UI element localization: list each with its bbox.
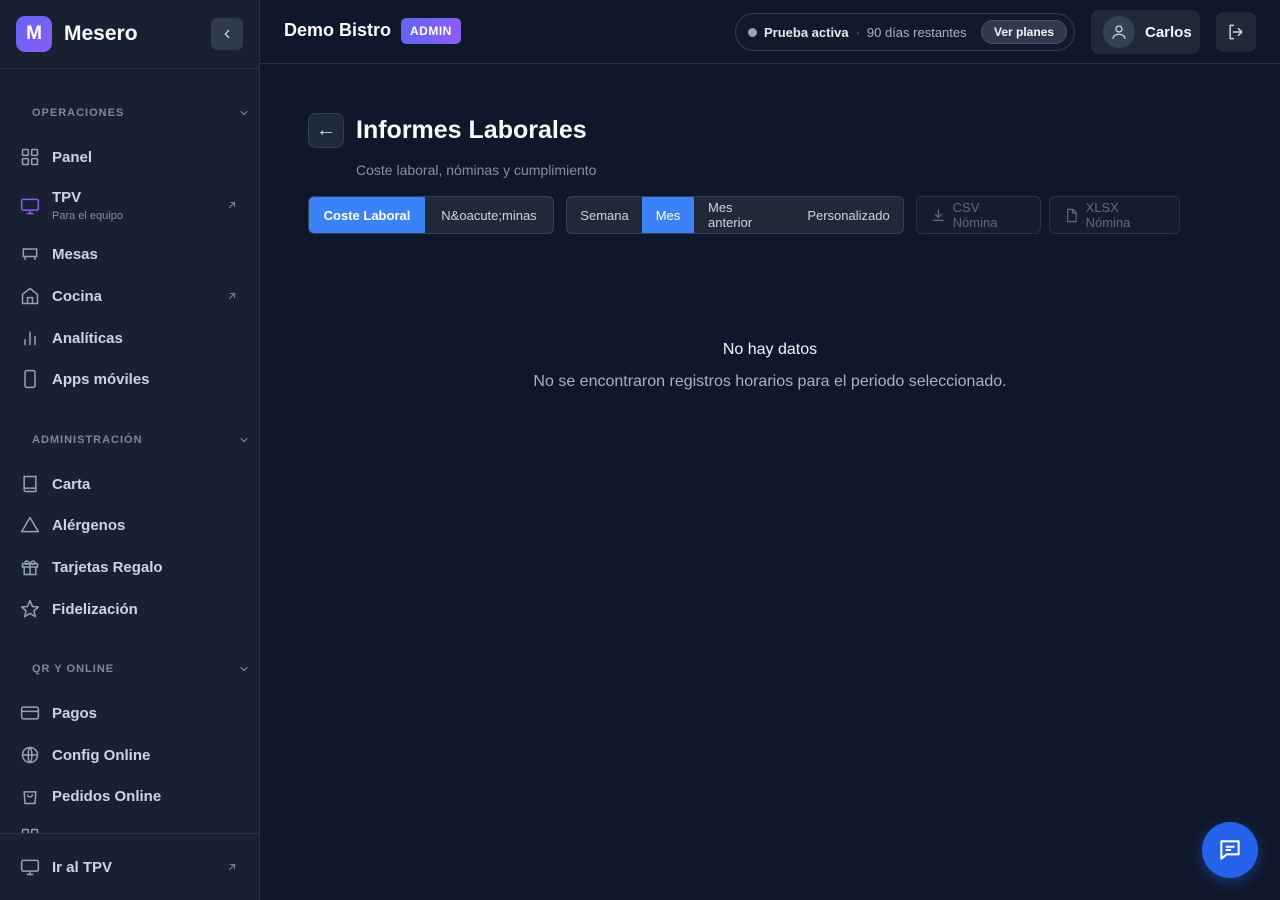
org-name: Demo Bistro — [284, 20, 392, 40]
sidebar-item-alergenos[interactable]: Alérgenos — [0, 515, 259, 535]
sidebar-item-label: Cocina — [52, 287, 103, 305]
sidebar-item-label: Pagos — [52, 704, 98, 722]
chat-icon — [1220, 840, 1240, 860]
collapse-sidebar-button[interactable] — [211, 18, 243, 50]
brand: M Mesero — [0, 0, 259, 69]
sidebar-item-analiticas[interactable]: Analíticas — [0, 328, 259, 348]
chevron-down-icon[interactable] — [238, 107, 250, 119]
user-menu[interactable]: Carlos — [1091, 10, 1200, 54]
sidebar-item-label: Mesas — [52, 245, 98, 263]
back-button[interactable]: ← — [308, 113, 344, 148]
sidebar-item-cocina[interactable]: Cocina — [0, 286, 259, 306]
sidebar-item-fidelizacion[interactable]: Fidelización — [0, 599, 259, 619]
file-icon — [1067, 208, 1077, 222]
sidebar-item-label: Analíticas — [52, 329, 123, 347]
user-icon — [1112, 25, 1126, 39]
sidebar-item-label: TPV — [52, 189, 82, 206]
export-xlsx-label: XLSX Nómina — [1085, 200, 1131, 230]
gift-icon — [20, 557, 40, 577]
sidebar-item-tpv[interactable]: TPV Para el equipo — [0, 189, 259, 223]
sidebar-item-mesas[interactable]: Mesas — [0, 244, 259, 264]
view-plans-button[interactable]: Ver planes — [981, 20, 1068, 44]
trial-status: Prueba activa — [764, 24, 849, 40]
page-subtitle: Coste laboral, nóminas y cumplimiento — [356, 162, 597, 178]
sidebar-item-panel[interactable]: Panel — [0, 147, 259, 167]
export-csv-label: CSV Nómina — [952, 200, 998, 230]
section-administracion[interactable]: ADMINISTRACIÓN — [32, 434, 143, 446]
sidebar-item-pagos[interactable]: Pagos — [0, 703, 259, 723]
bag-icon — [20, 786, 40, 806]
report-view-tabs: Coste Laboral N&oacute;minas — [308, 196, 554, 234]
sidebar-item-label: Carta — [52, 475, 91, 493]
external-link-icon — [228, 201, 236, 209]
chevron-down-icon[interactable] — [238, 434, 250, 446]
phone-icon — [20, 369, 40, 389]
export-xlsx-button[interactable]: XLSX Nómina — [1049, 196, 1180, 234]
tab-mes[interactable]: Mes — [642, 197, 694, 233]
logout-button[interactable] — [1216, 12, 1256, 52]
section-operaciones[interactable]: OPERACIONES — [32, 107, 124, 119]
external-link-icon — [228, 292, 236, 300]
sidebar: M Mesero OPERACIONES Panel TPV Para el e… — [0, 0, 260, 900]
chat-button[interactable] — [1202, 822, 1258, 878]
bar-chart-icon — [20, 328, 40, 348]
section-qr-online[interactable]: QR Y ONLINE — [32, 663, 114, 675]
sidebar-item-config-online[interactable]: Config Online — [0, 745, 259, 765]
card-icon — [20, 703, 40, 723]
sidebar-item-apps-moviles[interactable]: Apps móviles — [0, 369, 259, 389]
go-to-tpv-link[interactable]: Ir al TPV — [0, 857, 259, 877]
page-title: Informes Laborales — [356, 116, 587, 144]
topbar: Demo Bistro ADMIN Prueba activa · 90 día… — [260, 0, 1280, 64]
download-icon — [932, 208, 944, 221]
sidebar-item-label: Alérgenos — [52, 516, 126, 534]
tab-personalizado[interactable]: Personalizado — [794, 197, 903, 233]
chevron-down-icon[interactable] — [238, 663, 250, 675]
separator: · — [855, 24, 860, 40]
brand-logo[interactable]: M — [16, 16, 52, 52]
sidebar-item-label: Config Online — [52, 746, 151, 764]
star-icon — [20, 599, 40, 619]
logout-icon — [1229, 24, 1243, 40]
sidebar-footer: Ir al TPV — [0, 833, 259, 900]
sidebar-item-sublabel: Para el equipo — [52, 210, 123, 222]
monitor-icon — [20, 196, 40, 216]
warning-icon — [20, 515, 40, 535]
sidebar-item-carta[interactable]: Carta — [0, 474, 259, 494]
grid-icon — [20, 147, 40, 167]
sidebar-item-tarjetas-regalo[interactable]: Tarjetas Regalo — [0, 557, 259, 577]
home-icon — [20, 286, 40, 306]
status-dot-icon — [748, 27, 757, 37]
tab-mes-anterior[interactable]: Mes anterior — [694, 197, 794, 233]
tab-coste-laboral[interactable]: Coste Laboral — [309, 197, 425, 233]
monitor-icon — [20, 857, 40, 877]
tab-nominas[interactable]: N&oacute;minas — [425, 197, 553, 233]
external-link-icon — [228, 863, 236, 871]
sidebar-nav[interactable]: OPERACIONES Panel TPV Para el equipo Mes… — [0, 69, 259, 833]
period-tabs: Semana Mes Mes anterior Personalizado — [566, 196, 904, 234]
user-name: Carlos — [1145, 23, 1192, 41]
export-csv-button[interactable]: CSV Nómina — [916, 196, 1041, 234]
book-icon — [20, 474, 40, 494]
avatar — [1103, 16, 1135, 48]
brand-name: Mesero — [64, 22, 138, 45]
sidebar-item-label: Apps móviles — [52, 370, 150, 388]
go-to-tpv-label: Ir al TPV — [52, 858, 113, 876]
sidebar-item-pedidos-online[interactable]: Pedidos Online — [0, 786, 259, 806]
trial-days-remaining: 90 días restantes — [866, 24, 967, 40]
sidebar-item-label: Pedidos Online — [52, 787, 162, 805]
trial-status-pill: Prueba activa · 90 días restantes Ver pl… — [735, 13, 1075, 51]
tables-icon — [20, 244, 40, 264]
empty-state-description: No se encontraron registros horarios par… — [533, 373, 1007, 390]
sidebar-item-label: Fidelización — [52, 600, 138, 618]
globe-icon — [20, 745, 40, 765]
sidebar-item-label: Panel — [52, 148, 93, 166]
sidebar-item-label: Tarjetas Regalo — [52, 558, 163, 576]
empty-state-title: No hay datos — [722, 341, 818, 358]
chevron-left-icon — [224, 29, 230, 39]
role-badge: ADMIN — [401, 18, 461, 44]
tab-semana[interactable]: Semana — [567, 197, 642, 233]
